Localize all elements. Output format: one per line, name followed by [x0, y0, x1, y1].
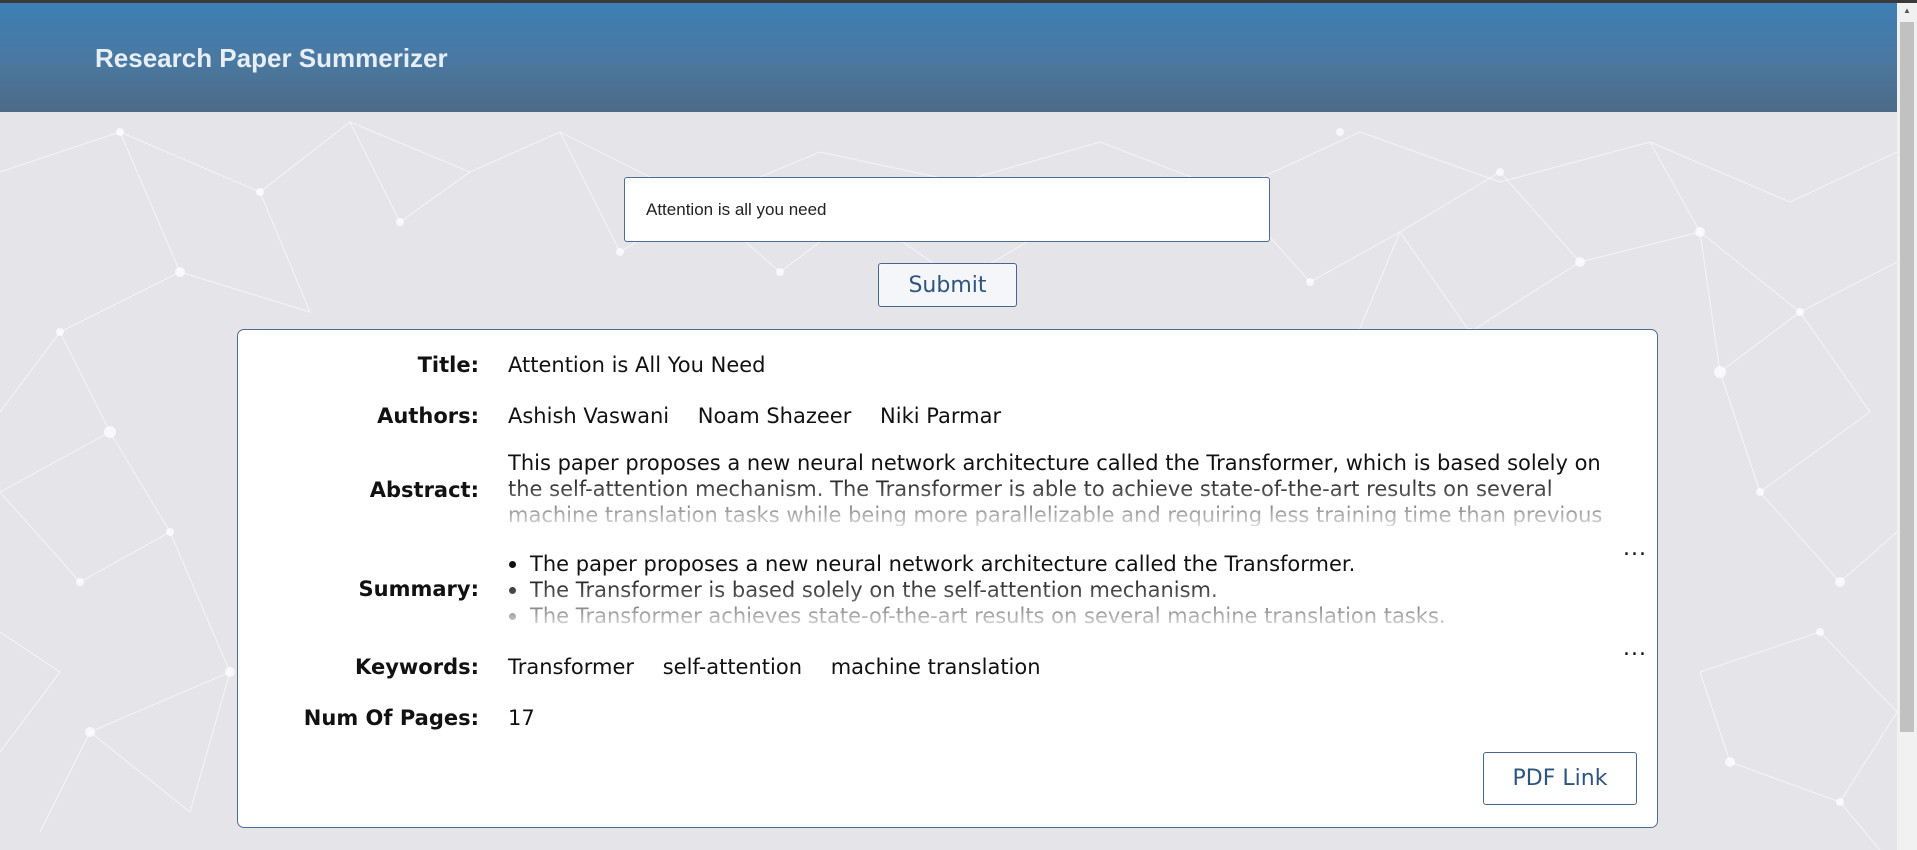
summary-label: Summary: [358, 577, 479, 601]
author-item: Noam Shazeer [697, 404, 852, 428]
submit-button[interactable]: Submit [878, 263, 1017, 307]
author-item: Ashish Vaswani [508, 404, 670, 428]
num-pages-value: 17 [508, 706, 535, 730]
keyword-item: machine translation [830, 655, 1041, 679]
authors-list: Ashish Vaswani Noam Shazeer Niki Parmar [508, 404, 1023, 428]
keywords-list: Transformer self-attention machine trans… [508, 655, 1063, 679]
scrollbar-thumb[interactable] [1900, 22, 1914, 732]
summary-item: The Transformer achieves state-of-the-ar… [508, 603, 1638, 627]
more-horizontal-icon[interactable]: ... [1623, 638, 1647, 660]
search-input[interactable] [624, 177, 1270, 242]
result-card: Title: Attention is All You Need Authors… [237, 329, 1658, 828]
page: Research Paper Summerizer Attention is a… [0, 0, 1897, 850]
keyword-item: self-attention [662, 655, 803, 679]
title-label: Title: [417, 353, 479, 377]
author-item: Niki Parmar [880, 404, 1002, 428]
app-title: Research Paper Summerizer [95, 43, 448, 73]
authors-label: Authors: [377, 404, 479, 428]
pdf-link-button[interactable]: PDF Link [1483, 752, 1637, 805]
summary-list: The paper proposes a new neural network … [508, 551, 1638, 627]
summary-item: The Transformer is based solely on the s… [508, 577, 1638, 603]
num-pages-label: Num Of Pages: [303, 706, 479, 730]
keyword-item: Transformer [508, 655, 635, 679]
summary-block: The paper proposes a new neural network … [508, 551, 1638, 627]
paper-title: Attention is All You Need [508, 353, 766, 377]
keywords-label: Keywords: [355, 655, 479, 679]
summary-item: The paper proposes a new neural network … [508, 551, 1638, 577]
app-header: Research Paper Summerizer [0, 3, 1897, 112]
abstract-label: Abstract: [369, 478, 479, 502]
scroll-up-icon[interactable]: ▲ [1902, 6, 1912, 15]
abstract-text: This paper proposes a new neural network… [508, 451, 1603, 526]
